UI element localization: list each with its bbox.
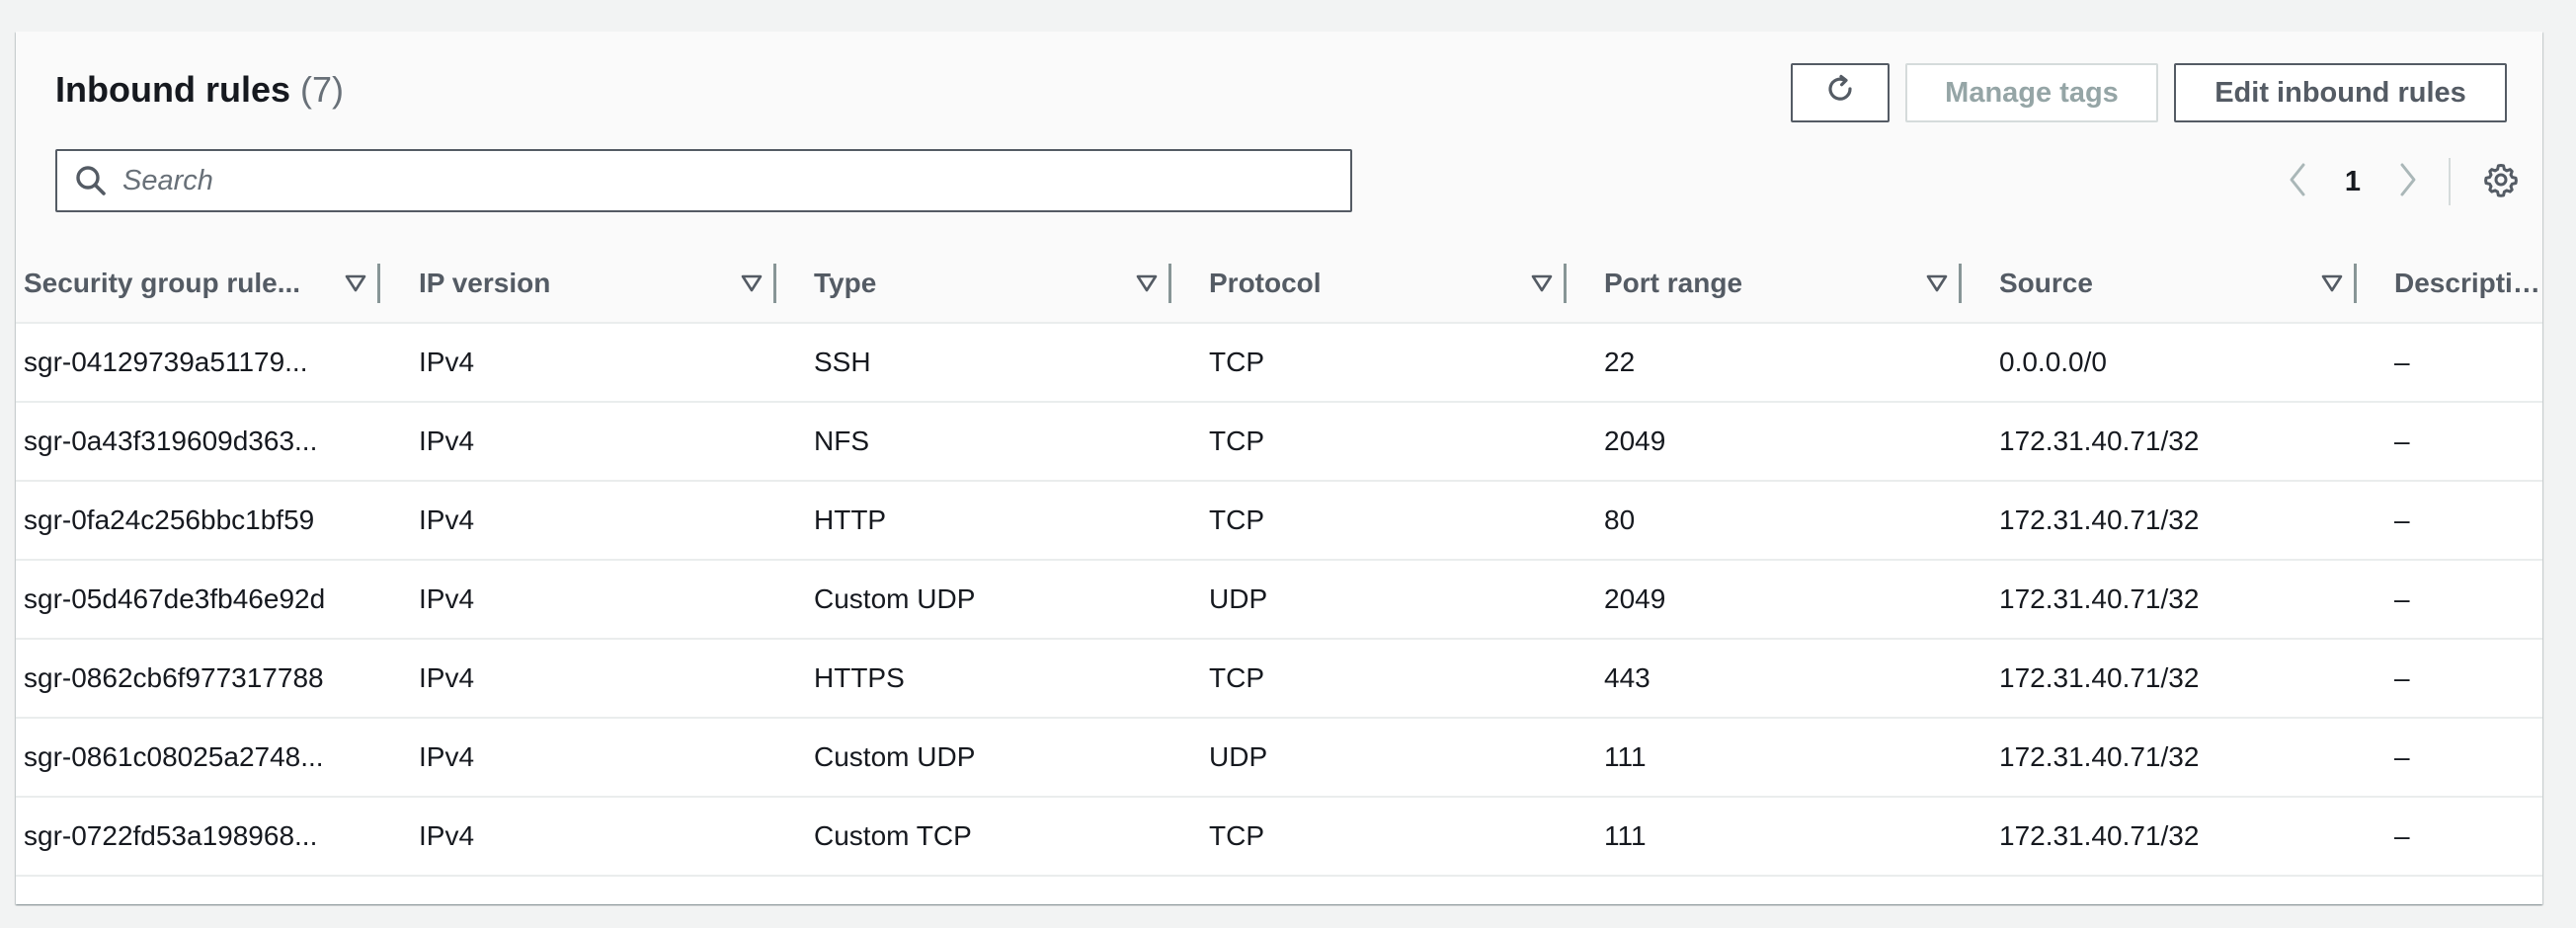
- cell-port-range: 2049: [1604, 583, 1666, 614]
- cell-rule-id: sgr-04129739a51179...: [24, 347, 308, 377]
- cell-rule-id: sgr-0862cb6f977317788: [24, 662, 324, 693]
- rule-count: (7): [300, 69, 345, 110]
- panel-header: Inbound rules (7) Manage tags Edit inbou…: [16, 32, 2542, 247]
- cell-ip-version: IPv4: [419, 504, 475, 535]
- column-resizer[interactable]: [377, 264, 380, 303]
- cell-rule-id: sgr-0fa24c256bbc1bf59: [24, 504, 315, 535]
- pagination-divider: [2449, 158, 2451, 205]
- cell-description: –: [2394, 583, 2410, 614]
- inbound-rules-table: Security group rule... IP version Type P…: [16, 245, 2542, 877]
- cell-description: –: [2394, 741, 2410, 772]
- column-header-protocol[interactable]: Protocol: [1209, 245, 1505, 322]
- cell-ip-version: IPv4: [419, 425, 475, 456]
- cell-protocol: TCP: [1209, 662, 1264, 693]
- cell-type: NFS: [814, 425, 869, 456]
- cell-protocol: UDP: [1209, 741, 1268, 772]
- previous-page-button[interactable]: [2278, 154, 2317, 209]
- cell-description: –: [2394, 347, 2410, 377]
- cell-source: 172.31.40.71/32: [1999, 504, 2200, 535]
- cell-rule-id: sgr-0a43f319609d363...: [24, 425, 318, 456]
- cell-source: 172.31.40.71/32: [1999, 425, 2200, 456]
- cell-description: –: [2394, 662, 2410, 693]
- table-row[interactable]: sgr-04129739a51179... IPv4 SSH TCP 22 0.…: [16, 324, 2542, 403]
- cell-rule-id: sgr-0861c08025a2748...: [24, 741, 324, 772]
- table-header-row: Security group rule... IP version Type P…: [16, 245, 2542, 324]
- cell-type: Custom TCP: [814, 820, 972, 851]
- cell-type: Custom UDP: [814, 741, 976, 772]
- chevron-left-icon: [2287, 162, 2308, 202]
- next-page-button[interactable]: [2388, 154, 2428, 209]
- sort-ip-version-icon[interactable]: [740, 271, 764, 295]
- panel-title: Inbound rules (7): [55, 69, 344, 111]
- cell-protocol: TCP: [1209, 425, 1264, 456]
- cell-source: 172.31.40.71/32: [1999, 662, 2200, 693]
- column-resizer[interactable]: [2354, 264, 2357, 303]
- cell-protocol: TCP: [1209, 820, 1264, 851]
- cell-source: 172.31.40.71/32: [1999, 583, 2200, 614]
- cell-type: HTTPS: [814, 662, 905, 693]
- cell-port-range: 80: [1604, 504, 1636, 535]
- cell-ip-version: IPv4: [419, 347, 475, 377]
- chevron-right-icon: [2397, 162, 2419, 202]
- cell-type: Custom UDP: [814, 583, 976, 614]
- column-header-description[interactable]: Description: [2394, 245, 2542, 322]
- column-header-source[interactable]: Source: [1999, 245, 2295, 322]
- cell-type: HTTP: [814, 504, 887, 535]
- table-row[interactable]: sgr-0fa24c256bbc1bf59 IPv4 HTTP TCP 80 1…: [16, 482, 2542, 561]
- cell-port-range: 111: [1604, 820, 1647, 851]
- cell-source: 172.31.40.71/32: [1999, 741, 2200, 772]
- cell-port-range: 2049: [1604, 425, 1666, 456]
- table-row[interactable]: sgr-0722fd53a198968... IPv4 Custom TCP T…: [16, 798, 2542, 877]
- panel-title-text: Inbound rules: [55, 69, 290, 110]
- cell-protocol: TCP: [1209, 504, 1264, 535]
- inbound-rules-panel: Inbound rules (7) Manage tags Edit inbou…: [16, 32, 2542, 904]
- cell-ip-version: IPv4: [419, 583, 475, 614]
- cell-description: –: [2394, 820, 2410, 851]
- cell-ip-version: IPv4: [419, 820, 475, 851]
- sort-protocol-icon[interactable]: [1530, 271, 1554, 295]
- manage-tags-button[interactable]: Manage tags: [1905, 63, 2158, 122]
- search-input[interactable]: [121, 163, 1329, 198]
- sort-source-icon[interactable]: [2320, 271, 2344, 295]
- preferences-button[interactable]: [2473, 154, 2529, 209]
- table-row[interactable]: sgr-0a43f319609d363... IPv4 NFS TCP 2049…: [16, 403, 2542, 482]
- table-row[interactable]: sgr-0861c08025a2748... IPv4 Custom UDP U…: [16, 719, 2542, 798]
- cell-type: SSH: [814, 347, 871, 377]
- refresh-icon: [1823, 72, 1857, 114]
- cell-protocol: UDP: [1209, 583, 1268, 614]
- cell-source: 172.31.40.71/32: [1999, 820, 2200, 851]
- page-number-button[interactable]: 1: [2333, 154, 2373, 209]
- cell-port-range: 443: [1604, 662, 1650, 693]
- edit-inbound-rules-button[interactable]: Edit inbound rules: [2174, 63, 2507, 122]
- table-row[interactable]: sgr-0862cb6f977317788 IPv4 HTTPS TCP 443…: [16, 640, 2542, 719]
- column-resizer[interactable]: [773, 264, 776, 303]
- column-header-type[interactable]: Type: [814, 245, 1110, 322]
- cell-port-range: 22: [1604, 347, 1636, 377]
- search-box[interactable]: [55, 149, 1352, 212]
- cell-port-range: 111: [1604, 741, 1647, 772]
- search-icon: [71, 161, 111, 200]
- sort-rule-id-icon[interactable]: [344, 271, 367, 295]
- cell-source: 0.0.0.0/0: [1999, 347, 2107, 377]
- column-header-ip-version[interactable]: IP version: [419, 245, 715, 322]
- cell-ip-version: IPv4: [419, 741, 475, 772]
- cell-rule-id: sgr-05d467de3fb46e92d: [24, 583, 326, 614]
- cell-description: –: [2394, 425, 2410, 456]
- column-resizer[interactable]: [1168, 264, 1171, 303]
- sort-type-icon[interactable]: [1135, 271, 1159, 295]
- cell-ip-version: IPv4: [419, 662, 475, 693]
- sort-port-range-icon[interactable]: [1925, 271, 1949, 295]
- column-header-rule-id[interactable]: Security group rule...: [24, 245, 320, 322]
- cell-rule-id: sgr-0722fd53a198968...: [24, 820, 318, 851]
- column-resizer[interactable]: [1959, 264, 1962, 303]
- column-header-port-range[interactable]: Port range: [1604, 245, 1900, 322]
- gear-icon: [2483, 162, 2519, 202]
- cell-description: –: [2394, 504, 2410, 535]
- table-row[interactable]: sgr-05d467de3fb46e92d IPv4 Custom UDP UD…: [16, 561, 2542, 640]
- column-resizer[interactable]: [1564, 264, 1567, 303]
- cell-protocol: TCP: [1209, 347, 1264, 377]
- refresh-button[interactable]: [1791, 63, 1890, 122]
